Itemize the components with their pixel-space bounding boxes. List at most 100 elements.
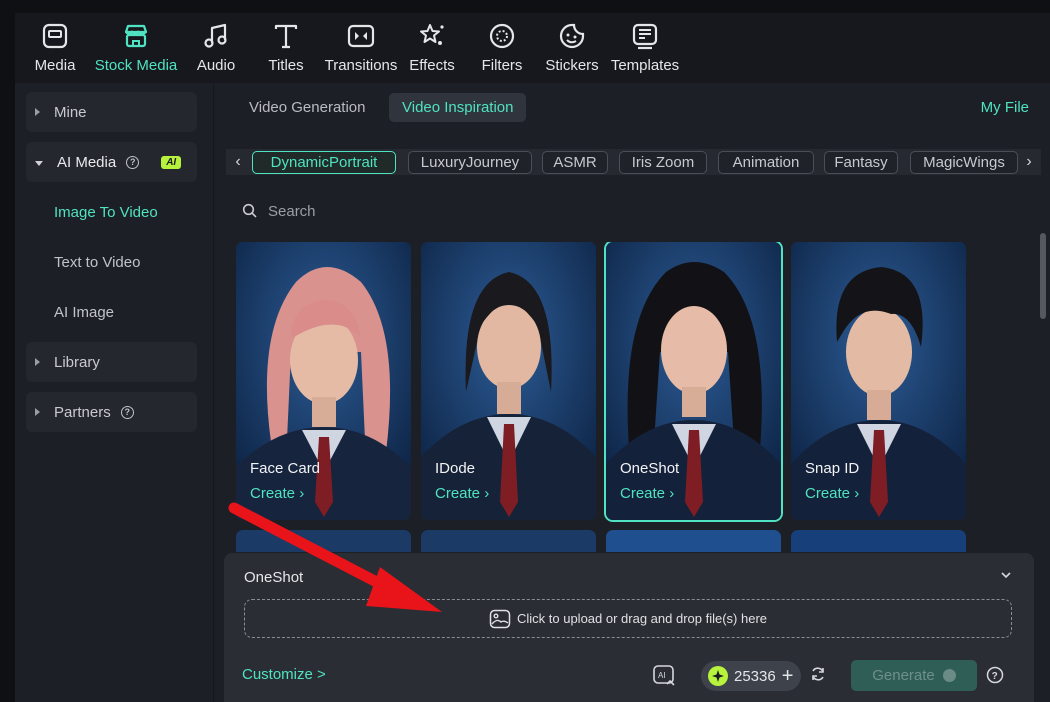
caret-right-icon [35,408,40,416]
card-face-card[interactable]: Face Card Create › [236,242,411,520]
chip-luxuryjourney[interactable]: LuxuryJourney [408,151,532,174]
search-icon [242,203,257,218]
sidebar-item-image-to-video[interactable]: Image To Video [54,204,158,221]
card-title: Face Card [250,460,321,477]
sidebar-item-ai-image[interactable]: AI Image [54,304,114,321]
card-oneshot[interactable]: OneShot Create › [606,242,781,520]
toolbar-label: Stickers [545,57,599,74]
card-row2-3[interactable] [606,530,781,552]
caret-right-icon [35,108,40,116]
image-upload-icon [489,609,511,628]
app-window: Media Stock Media Audio Titles Transitio… [15,13,1050,702]
text-t-icon [274,24,298,49]
create-link[interactable]: Create › [250,485,304,502]
scrollbar-thumb[interactable] [1040,233,1046,319]
stock-media-icon [124,24,148,48]
toolbar-label: Titles [268,57,304,74]
category-chip-bar: ‹ DynamicPortrait LuxuryJourney ASMR Iri… [226,149,1041,175]
help-icon[interactable]: ? [126,155,140,169]
chip-magicwings[interactable]: MagicWings [910,151,1018,174]
sidebar-item-label: Mine [54,103,87,121]
toolbar-label: Audio [196,57,236,74]
toolbar-label: Stock Media [94,57,178,74]
toolbar-titles[interactable]: Titles [249,13,323,83]
refresh-icon[interactable] [810,666,826,682]
sticker-icon [559,23,585,49]
music-note-icon [204,23,227,48]
toolbar-label: Effects [409,57,455,74]
toolbar-stickers[interactable]: Stickers [539,13,605,83]
search-placeholder: Search [268,202,316,220]
card-title: Snap ID [805,460,860,477]
sidebar-item-label: AI Media [57,153,117,171]
create-link[interactable]: Create › [620,485,674,502]
portrait-thumbnail [421,242,596,520]
toolbar-label: Templates [610,57,680,74]
card-snap-id[interactable]: Snap ID Create › [791,242,966,520]
create-link[interactable]: Create › [805,485,859,502]
toolbar-media[interactable]: Media [21,13,89,83]
upload-dropzone[interactable]: Click to upload or drag and drop file(s)… [244,599,1012,638]
top-toolbar: Media Stock Media Audio Titles Transitio… [15,13,1050,83]
toolbar-audio[interactable]: Audio [183,13,249,83]
generate-label: Generate [872,667,935,684]
create-link[interactable]: Create › [435,485,489,502]
generation-panel: OneShot Click to upload or drag and drop… [224,553,1034,702]
portrait-thumbnail [606,242,781,520]
filter-icon [489,23,515,49]
my-file-link[interactable]: My File [981,99,1029,116]
credit-gem-icon [708,666,728,686]
credit-icon [942,669,956,682]
sidebar-item-partners[interactable]: Partners ? [26,392,197,432]
ai-badge: AI [161,155,182,169]
card-title: OneShot [620,460,680,477]
caret-down-icon [35,160,43,166]
customize-link[interactable]: Customize > [242,666,326,683]
card-title: IDode [435,460,476,477]
sidebar: Mine AI Media ? AI Image To Video Text t… [15,83,213,702]
chip-dynamicportrait[interactable]: DynamicPortrait [252,151,396,174]
toolbar-label: Filters [481,57,523,74]
card-row2-2[interactable] [421,530,596,552]
chip-asmr[interactable]: ASMR [542,151,608,174]
credits-pill: 25336 + [701,661,801,691]
add-credits-icon[interactable]: + [782,665,794,688]
toolbar-templates[interactable]: Templates [605,13,685,83]
portrait-thumbnail [791,242,966,520]
chip-animation[interactable]: Animation [718,151,814,174]
sidebar-item-label: Partners [54,403,111,421]
media-icon [42,23,68,49]
toolbar-stock-media[interactable]: Stock Media [89,13,183,83]
sidebar-item-mine[interactable]: Mine [26,92,197,132]
chip-fantasy[interactable]: Fantasy [824,151,898,174]
toolbar-label: Media [34,57,76,74]
toolbar-transitions[interactable]: Transitions [323,13,399,83]
svg-text:AI: AI [658,671,666,680]
chevron-right-icon[interactable]: › [1017,149,1041,175]
sidebar-item-label: Library [54,353,100,371]
search-input[interactable]: Search [242,199,316,223]
generate-button[interactable]: Generate [851,660,977,691]
sidebar-item-ai-media[interactable]: AI Media ? AI [26,142,197,182]
toolbar-effects[interactable]: Effects [399,13,465,83]
chevron-down-icon[interactable] [1000,569,1012,581]
help-icon[interactable]: ? [986,666,1004,684]
chevron-left-icon[interactable]: ‹ [226,149,250,175]
transition-icon [347,24,375,48]
sidebar-item-library[interactable]: Library [26,342,197,382]
card-row2-4[interactable] [791,530,966,552]
ai-image-check-icon[interactable]: AI [652,663,678,689]
toolbar-label: Transitions [324,57,398,74]
card-idode[interactable]: IDode Create › [421,242,596,520]
svg-text:?: ? [992,671,998,682]
panel-title: OneShot [244,569,304,586]
chip-iris-zoom[interactable]: Iris Zoom [619,151,707,174]
tab-video-inspiration[interactable]: Video Inspiration [389,93,527,122]
portrait-thumbnail [236,242,411,520]
sidebar-item-text-to-video[interactable]: Text to Video [54,254,140,271]
toolbar-filters[interactable]: Filters [465,13,539,83]
card-row2-1[interactable] [236,530,411,552]
template-card-grid: Face Card Create › IDode Create › OneSho… [236,242,996,552]
help-icon[interactable]: ? [120,405,134,419]
tab-video-generation[interactable]: Video Generation [236,93,378,122]
